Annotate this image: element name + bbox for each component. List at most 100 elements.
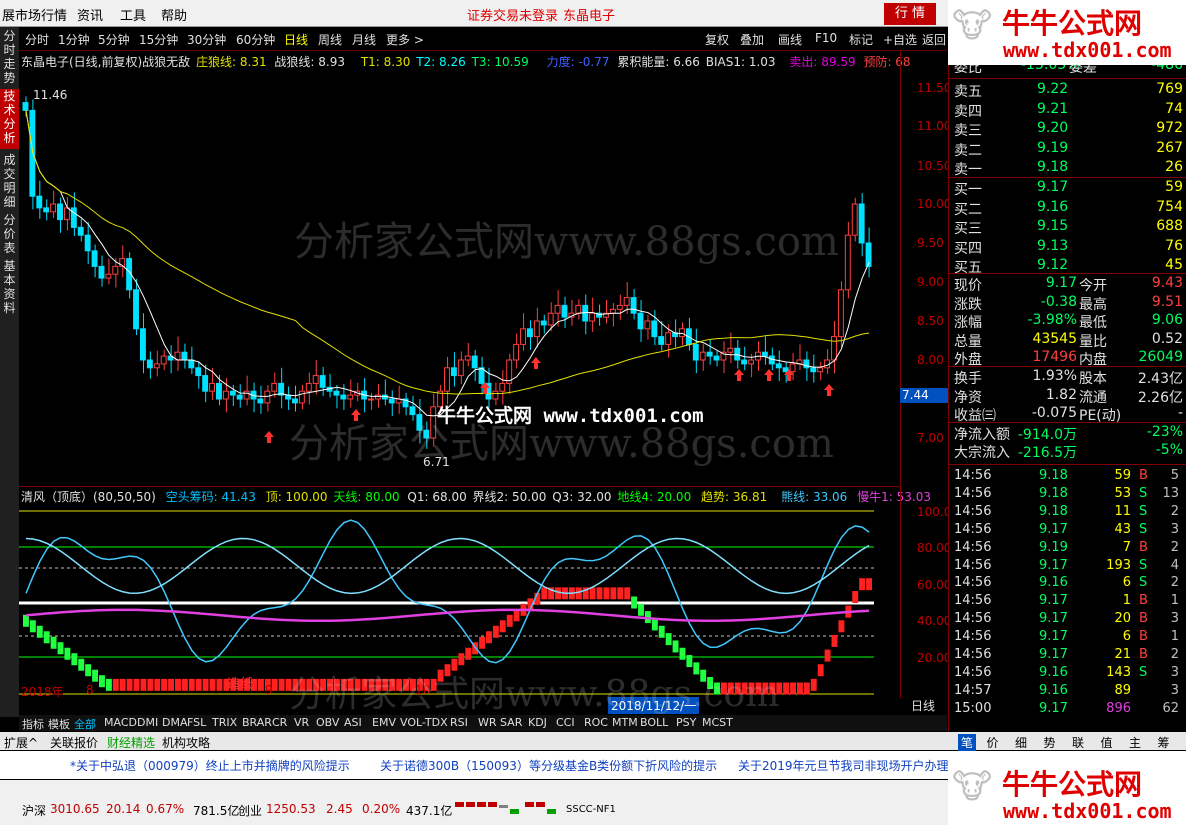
sell-volume: 267 xyxy=(1156,139,1183,156)
tick-row: 14:56 9.18 53 S 13 xyxy=(949,486,1186,504)
quote-button[interactable]: 行 情 xyxy=(884,3,936,25)
period-intraday[interactable]: 分时 xyxy=(25,31,49,48)
buy-label: 买五 xyxy=(954,260,982,276)
indicator-tab-dma[interactable]: DMA xyxy=(162,716,188,729)
indicator-tab-cr[interactable]: CR xyxy=(272,716,287,729)
t3-value: T3: 10.59 xyxy=(471,55,529,69)
indicator-tab-cci[interactable]: CCI xyxy=(556,716,575,729)
trend-bar xyxy=(85,664,92,677)
stat-value-2: 9.51 xyxy=(1151,293,1183,310)
left-tabs: 分时走势 技术分析 成交明细 分价表 基本资料 xyxy=(0,27,19,717)
indicator-tab-vr[interactable]: VR xyxy=(294,716,309,729)
back-button[interactable]: 返回 xyxy=(922,31,946,48)
indicator-tab-模板[interactable]: 模板 xyxy=(48,716,70,732)
tick-volume: 896 xyxy=(1106,700,1131,716)
indicator-chart[interactable]: 清风（顶底）(80,50,50) 空头筹码: 41.43 顶: 100.00 天… xyxy=(19,486,931,715)
indicator-tab-macd[interactable]: MACD xyxy=(104,716,137,729)
tick-time: 14:56 xyxy=(954,503,992,519)
stat-value: -0.075 xyxy=(1031,405,1077,422)
period-weekly[interactable]: 周线 xyxy=(318,31,342,48)
indicator-tab-mtm[interactable]: MTM xyxy=(612,716,638,729)
period-30min[interactable]: 30分钟 xyxy=(187,31,226,48)
stat-row: 涨跌 -0.38 最高 9.51 xyxy=(949,293,1186,313)
indicator-tab-roc[interactable]: ROC xyxy=(584,716,608,729)
tab-fundamentals[interactable]: 基本资料 xyxy=(0,259,19,315)
sell-price: 9.22 xyxy=(1037,81,1069,97)
quote-tab[interactable]: 筹 xyxy=(1158,734,1170,751)
login-warning[interactable]: 证券交易未登录 xyxy=(467,5,558,24)
indicator-tab-trix[interactable]: TRIX xyxy=(212,716,237,729)
indicator-tab-psy[interactable]: PSY xyxy=(676,716,696,729)
indicator-tab-sar[interactable]: SAR xyxy=(500,716,522,729)
axis-label: 10.50 xyxy=(917,159,952,173)
news-item[interactable]: 关于诺德300B（150093）等分级基金B类份额下折风险的提示 xyxy=(380,757,717,774)
period-5min[interactable]: 5分钟 xyxy=(98,31,130,48)
quote-tab[interactable]: 细 xyxy=(1015,734,1027,751)
draw-line-button[interactable]: 画线 xyxy=(778,31,802,48)
main-indicator-info: 东晶电子(日线,前复权)战狼无敌 庄狼线: 8.31 战狼线: 8.93 T1:… xyxy=(21,53,911,70)
ding-value: 顶: 100.00 xyxy=(265,490,328,504)
menu-tools[interactable]: 工具 xyxy=(120,5,146,24)
add-watchlist-button[interactable]: +自选 xyxy=(883,31,917,48)
indicator-tab-obv[interactable]: OBV xyxy=(316,716,339,729)
stock-title: 东晶电子 xyxy=(563,9,616,24)
indicator-tab-dmi[interactable]: DMI xyxy=(137,716,158,729)
tab-trades[interactable]: 成交明细 xyxy=(0,153,19,209)
quote-tab[interactable]: 主 xyxy=(1129,734,1141,751)
indicator-tab-rsi[interactable]: RSI xyxy=(450,716,468,729)
f10-button[interactable]: F10 xyxy=(815,31,837,45)
period-daily[interactable]: 日线 xyxy=(284,31,308,48)
quote-tab[interactable]: 价 xyxy=(987,734,999,751)
tick-time: 14:56 xyxy=(954,593,992,609)
tick-time: 15:00 xyxy=(954,700,992,716)
indicator-tab-asi[interactable]: ASI xyxy=(344,716,362,729)
indicator-tab-fsl[interactable]: FSL xyxy=(187,716,206,729)
restore-rights-button[interactable]: 复权 xyxy=(705,31,729,48)
quote-tab[interactable]: 联 xyxy=(1072,734,1084,751)
period-1min[interactable]: 1分钟 xyxy=(58,31,90,48)
tab-price-table[interactable]: 分价表 xyxy=(0,213,19,255)
tab-expand[interactable]: 扩展^ xyxy=(4,734,38,751)
indicator-tab-brar[interactable]: BRAR xyxy=(242,716,272,729)
trend-bar xyxy=(126,678,133,691)
menu-help[interactable]: 帮助 xyxy=(161,5,187,24)
period-60min[interactable]: 60分钟 xyxy=(236,31,275,48)
indicator-tab-全部[interactable]: 全部 xyxy=(74,716,96,732)
tab-technical[interactable]: 技术分析 xyxy=(0,89,19,149)
indicator-tab-kdj[interactable]: KDJ xyxy=(528,716,547,729)
indicator-tab-boll[interactable]: BOLL xyxy=(640,716,668,729)
menu-news[interactable]: 资讯 xyxy=(77,5,103,24)
tab-intraday[interactable]: 分时走势 xyxy=(0,29,19,85)
tick-row: 15:00 9.17 896 62 xyxy=(949,701,1186,719)
overlay-button[interactable]: 叠加 xyxy=(740,31,764,48)
menu-market[interactable]: 展市场行情 xyxy=(2,5,67,24)
quote-tab[interactable]: 笔 xyxy=(958,734,977,751)
tick-direction: S xyxy=(1139,521,1148,537)
period-15min[interactable]: 15分钟 xyxy=(139,31,178,48)
mark-button[interactable]: 标记 xyxy=(849,31,873,48)
indicator-tab-指标[interactable]: 指标 xyxy=(22,716,44,732)
tick-direction: S xyxy=(1139,485,1148,501)
news-item[interactable]: *关于中弘退（000979）终止上市并摘牌的风险提示 xyxy=(70,757,350,774)
tab-related-quotes[interactable]: 关联报价 xyxy=(50,734,98,751)
tab-institution[interactable]: 机构攻略 xyxy=(162,734,210,751)
tab-finance-select[interactable]: 财经精选 xyxy=(107,734,155,751)
stat-value: 43545 xyxy=(1032,330,1077,347)
trend-bar xyxy=(78,658,85,671)
indicator-tab-vol-tdx[interactable]: VOL-TDX xyxy=(400,716,448,729)
quote-tab[interactable]: 值 xyxy=(1101,734,1113,751)
quote-tab[interactable]: 势 xyxy=(1044,734,1056,751)
candlestick-chart[interactable]: 东晶电子(日线,前复权)战狼无敌 庄狼线: 8.31 战狼线: 8.93 T1:… xyxy=(19,51,911,485)
trend-bar xyxy=(479,636,486,649)
tick-price: 9.16 xyxy=(1039,664,1068,680)
period-monthly[interactable]: 月线 xyxy=(352,31,376,48)
ind-axis-label: 80.00 xyxy=(917,541,952,555)
indicator-tabs: 指标 模板 全部 MACD DMI DMA FSL TRIX BRAR CR VR OBV ASI EMV… xyxy=(19,715,947,731)
sell-price: 9.21 xyxy=(1037,100,1069,117)
candle-body xyxy=(492,390,499,400)
indicator-tab-mcst[interactable]: MCST xyxy=(702,716,733,729)
indicator-tab-wr[interactable]: WR xyxy=(478,716,497,729)
stat-value-2: -5% xyxy=(1155,442,1183,459)
period-more[interactable]: 更多 > xyxy=(386,31,424,48)
indicator-tab-emv[interactable]: EMV xyxy=(372,716,396,729)
